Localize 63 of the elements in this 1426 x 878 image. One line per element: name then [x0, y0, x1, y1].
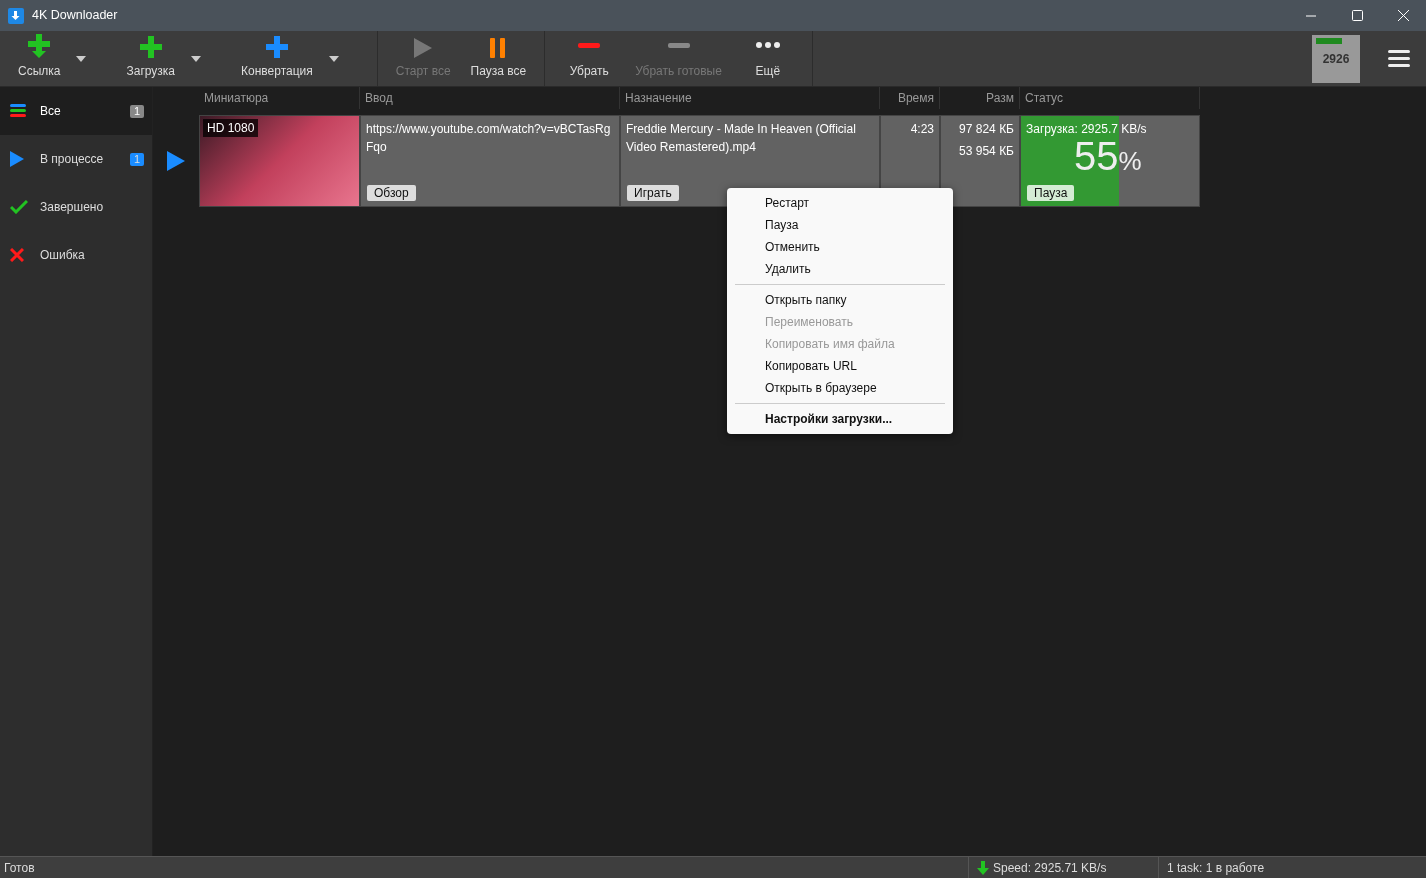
status-text: Готов [3, 859, 36, 877]
quality-label: HD 1080 [203, 119, 259, 137]
minus-icon [667, 43, 690, 48]
toolbar-button[interactable]: Ещё [731, 31, 804, 86]
menu-item[interactable]: Копировать URL [735, 355, 945, 377]
dots-icon [755, 42, 780, 48]
speed-value: 2926 [1322, 50, 1350, 68]
app-logo-icon [8, 7, 24, 24]
count-badge: 1 [129, 104, 144, 118]
pause-icon [490, 38, 507, 58]
file-name: Freddie Mercury - Made In Heaven (Official Video Remastered).mp4 [626, 121, 857, 156]
plus-arrow-icon [28, 34, 51, 58]
menu-item[interactable]: Открыть в браузере [735, 377, 945, 399]
sidebar-item[interactable]: Завершено [0, 183, 152, 231]
maximize-icon [1351, 10, 1363, 21]
task-count-text: 1 task: 1 в работе [1167, 859, 1265, 877]
duration-text: 4:23 [910, 122, 934, 136]
menu-item[interactable]: Рестарт [735, 192, 945, 214]
column-header[interactable]: Назначение [620, 87, 880, 109]
menu-item[interactable]: Удалить [735, 258, 945, 280]
caret-icon [76, 55, 87, 62]
column-header[interactable]: Разм [940, 87, 1020, 109]
toolbar-button[interactable]: Пауза все [460, 31, 537, 86]
pause-button[interactable]: Пауза [1027, 185, 1075, 201]
plus-icon [139, 36, 162, 58]
column-header[interactable]: Ввод [360, 87, 620, 109]
toolbar-button[interactable]: Конвертация [231, 31, 323, 86]
column-header[interactable]: Миниатюра [199, 87, 360, 109]
browse-button[interactable]: Обзор [367, 185, 416, 201]
minus-icon [578, 43, 601, 48]
size-downloaded: 53 954 КБ [959, 143, 1014, 160]
menu-item[interactable]: Отменить [735, 236, 945, 258]
caret-icon [328, 55, 339, 62]
checkmark-icon [10, 200, 28, 214]
window-title: 4K Downloader [32, 7, 118, 25]
play-icon [414, 38, 433, 58]
close-icon [1397, 10, 1409, 21]
sidebar-item[interactable]: Ошибка [0, 231, 152, 279]
play-button[interactable]: Играть [627, 185, 679, 201]
progress-percent: 55% [1074, 138, 1143, 179]
download-arrow-icon [977, 860, 989, 875]
menu-icon [1388, 50, 1410, 67]
toolbar-button[interactable]: Загрузка [116, 31, 185, 86]
menu-item[interactable]: Открыть папку [735, 289, 945, 311]
toolbar-button[interactable]: Убрать [553, 31, 626, 86]
speed-text: Speed: 2925.71 KB/s [993, 859, 1107, 877]
play-icon [167, 151, 185, 171]
count-badge: 1 [129, 152, 144, 166]
toolbar-button[interactable]: Ссылка [8, 31, 71, 86]
sidebar-item[interactable]: В процессе 1 [0, 135, 152, 183]
menu-item[interactable]: Пауза [735, 214, 945, 236]
caret-icon [191, 55, 201, 62]
url-text: https://www.youtube.com/watch?v=vBCTasRgFqo [366, 121, 612, 156]
column-header[interactable]: Время [880, 87, 940, 109]
column-header[interactable]: Статус [1020, 87, 1200, 109]
speed-bar [1316, 37, 1342, 44]
status-text: Загрузка: 2925.7 KB/s [1026, 121, 1148, 138]
menu-item[interactable]: Настройки загрузки... [735, 408, 945, 430]
list-icon [10, 104, 28, 118]
minimize-icon [1306, 14, 1316, 17]
plus-icon [265, 36, 288, 58]
size-total: 97 824 КБ [959, 121, 1014, 138]
sidebar-item[interactable]: Все 1 [0, 87, 152, 135]
